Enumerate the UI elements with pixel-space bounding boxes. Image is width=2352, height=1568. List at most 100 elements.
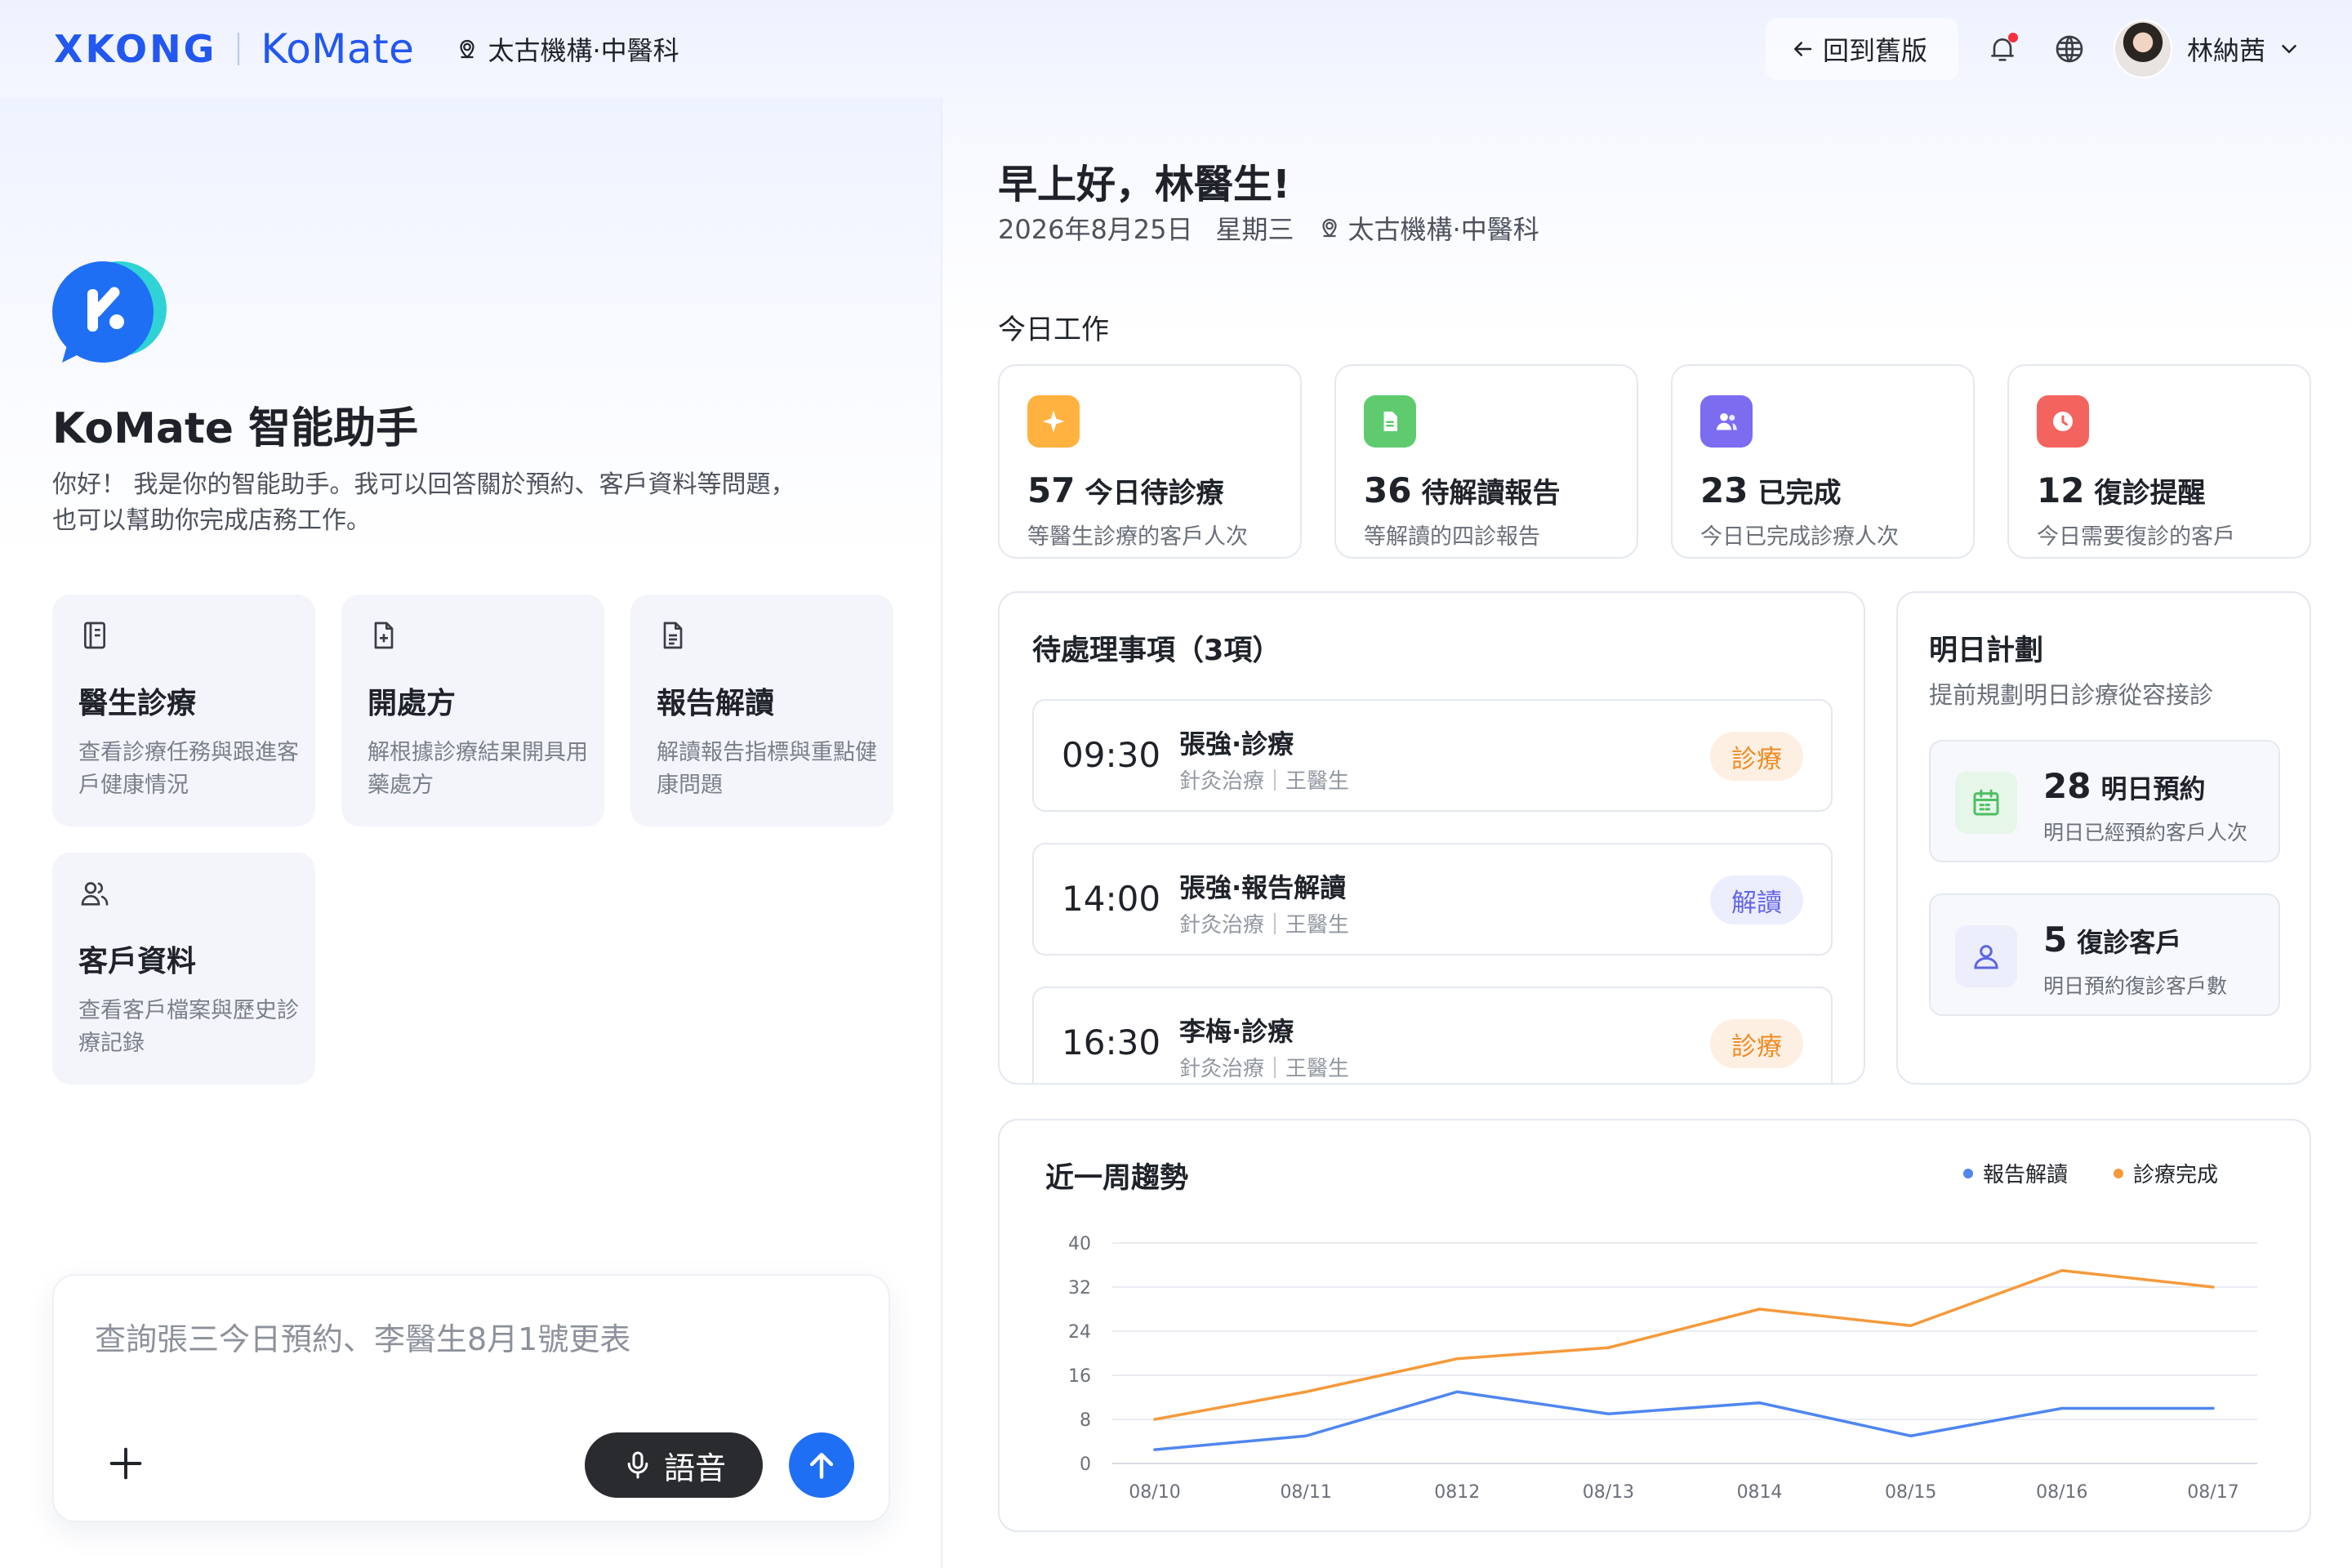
feature-title: 開處方	[368, 687, 457, 720]
org-name: 太古機構·中醫科	[488, 35, 679, 66]
date-line: 2026年8月25日 星期三 太古機構·中醫科	[998, 209, 1539, 247]
feature-card-prescription[interactable]: 開處方 解根據診療結果開具用藥處方	[341, 595, 604, 826]
plus-icon[interactable]	[105, 1442, 147, 1485]
people-icon	[1717, 412, 1737, 430]
todo-name: 李梅·診療	[1179, 1016, 1294, 1047]
user-name[interactable]: 林納茜	[2187, 30, 2265, 68]
feature-title: 報告解讀	[657, 687, 775, 720]
series-line-report[interactable]	[1153, 1390, 2215, 1451]
stat-sub: 今日已完成診療人次	[1700, 524, 1899, 550]
plan-card-appointments[interactable]: 28 明日預約 明日已經預約客戶人次	[1929, 740, 2280, 862]
todo-item[interactable]: 09:30 張強·診療 針灸治療｜王醫生 診療	[1032, 699, 1833, 812]
todo-tag: 診療	[1710, 1019, 1803, 1068]
series-line-diagnosis[interactable]	[1153, 1269, 2215, 1421]
user-avatar[interactable]	[2113, 20, 2172, 78]
plan-icon-bg	[1955, 925, 2017, 987]
page: XKONG KoMate 太古機構·中醫科 回到舊版 林納茜 KoMate 智能…	[0, 0, 2352, 1568]
stat-label: 今日待診療	[1085, 477, 1224, 510]
x-tick-label: 08/17	[2187, 1482, 2238, 1503]
product-name: KoMate	[261, 25, 415, 73]
prescription-icon	[374, 621, 394, 649]
legend-dot	[2113, 1168, 2123, 1178]
stat-main: 23 已完成	[1700, 470, 1945, 510]
stat-card-pending-reports[interactable]: 36 待解讀報告 等解讀的四診報告	[1334, 364, 1638, 559]
feature-desc: 解根據診療結果開具用藥處方	[368, 740, 588, 798]
y-tick-label: 8	[1080, 1410, 1091, 1431]
date: 2026年8月25日	[998, 214, 1193, 245]
todo-item[interactable]: 16:30 李梅·診療 針灸治療｜王醫生 診療	[1032, 987, 1833, 1083]
feature-card-customers[interactable]: 客戶資料 查看客戶檔案與歷史診療記錄	[52, 853, 315, 1085]
trend-chart-panel: 0 8 16 24 32 40 08/10 08/11 0812 08/13 0814 08/15 08…	[998, 1119, 2311, 1532]
todo-name: 張強·診療	[1179, 728, 1294, 760]
brand-divider	[238, 33, 240, 65]
x-tick-label: 08/11	[1280, 1482, 1331, 1503]
stat-number: 36	[1364, 470, 1412, 510]
chat-input[interactable]	[95, 1321, 846, 1357]
todo-time: 09:30	[1062, 735, 1161, 775]
x-tick-label: 08/15	[1885, 1482, 1936, 1503]
legend-label: 診療完成	[2132, 1163, 2218, 1187]
stat-icon-bg	[1364, 395, 1416, 448]
notification-dot	[2007, 33, 2018, 42]
voice-button[interactable]: 語音	[585, 1432, 763, 1498]
weekday: 星期三	[1215, 214, 1294, 245]
stat-icon-bg	[2037, 395, 2089, 448]
plan-label: 明日預約	[2100, 773, 2206, 804]
plan-main: 28 明日預約	[2043, 766, 2205, 806]
stat-number: 57	[1027, 470, 1076, 510]
stat-card-followup[interactable]: 12 復診提醒 今日需要復診的客戶	[2007, 364, 2311, 559]
feature-desc: 查看診療任務與跟進客戶健康情況	[78, 740, 299, 798]
chevron-down-icon[interactable]	[2277, 37, 2301, 61]
todo-meta: 針灸治療｜王醫生	[1179, 913, 1350, 938]
document-icon	[1383, 412, 1397, 431]
y-tick-label: 16	[1068, 1366, 1091, 1387]
feature-card-report[interactable]: 報告解讀 解讀報告指標與重點健康問題	[630, 595, 893, 826]
arrow-left-icon	[1793, 42, 1812, 56]
stat-card-completed[interactable]: 23 已完成 今日已完成診療人次	[1671, 364, 1975, 559]
plan-subtitle: 提前規劃明日診療從容接診	[1929, 681, 2214, 709]
send-button[interactable]	[789, 1432, 854, 1498]
notification-button[interactable]	[1980, 26, 2025, 72]
tomorrow-plan-panel: 明日計劃 提前規劃明日診療從容接診 28 明日預約 明日已經預約客戶人次 5 復…	[1896, 591, 2311, 1085]
arrow-up-icon	[809, 1452, 834, 1479]
top-right-actions: 回到舊版 林納茜	[1765, 18, 2301, 80]
plan-title: 明日計劃	[1929, 635, 2044, 667]
y-tick-label: 40	[1068, 1234, 1091, 1254]
top-bar: XKONG KoMate 太古機構·中醫科 回到舊版 林納茜	[0, 0, 2352, 98]
todo-meta: 針灸治療｜王醫生	[1179, 769, 1350, 794]
today-work-label: 今日工作	[998, 314, 1109, 346]
calendar-icon	[1973, 789, 1999, 816]
y-tick-label: 32	[1068, 1278, 1091, 1298]
y-tick-label: 0	[1080, 1454, 1091, 1475]
plan-desc: 明日預約復診客戶數	[2043, 974, 2228, 998]
org-selector[interactable]: 太古機構·中醫科	[455, 30, 679, 68]
back-to-old-version-button[interactable]: 回到舊版	[1765, 18, 1958, 80]
plan-card-followup[interactable]: 5 復診客戶 明日預約復診客戶數	[1929, 893, 2280, 1016]
back-label: 回到舊版	[1822, 35, 1927, 66]
brand-logo[interactable]: XKONG	[54, 27, 216, 71]
x-tick-label: 08/10	[1129, 1482, 1180, 1503]
legend-item[interactable]: 診療完成	[2113, 1158, 2218, 1188]
x-tick-label: 0812	[1434, 1482, 1480, 1503]
plan-number: 28	[2043, 766, 2091, 806]
plan-icon-bg	[1955, 772, 2017, 834]
microphone-icon	[627, 1451, 648, 1479]
stat-card-pending-diagnosis[interactable]: 57 今日待診療 等醫生診療的客戶人次	[998, 364, 1302, 559]
todo-item[interactable]: 14:00 張強·報告解讀 針灸治療｜王醫生 解讀	[1032, 843, 1833, 956]
assistant-desc-line: 你好！ 我是你的智能助手。我可以回答關於預約、客戶資料等問題，	[52, 470, 795, 499]
stat-main: 36 待解讀報告	[1364, 470, 1609, 510]
location-icon	[460, 39, 475, 59]
user-icon	[1974, 945, 1998, 969]
todo-name: 張強·報告解讀	[1179, 872, 1347, 903]
legend-dot	[1962, 1168, 1973, 1178]
todo-panel: 待處理事項（3項） 09:30 張強·診療 針灸治療｜王醫生 診療 14:00 …	[998, 591, 1865, 1085]
y-tick-label: 24	[1068, 1322, 1091, 1343]
todo-time: 14:00	[1062, 879, 1161, 919]
chart-legend: 報告解讀 診療完成	[1918, 1158, 2218, 1188]
plan-desc: 明日已經預約客戶人次	[2043, 821, 2248, 844]
language-button[interactable]	[2047, 26, 2092, 72]
feature-card-diagnosis[interactable]: 醫生診療 查看診療任務與跟進客戶健康情況	[52, 595, 315, 826]
stat-number: 12	[2037, 470, 2085, 510]
legend-item[interactable]: 報告解讀	[1962, 1158, 2068, 1188]
location-icon	[1321, 218, 1337, 238]
